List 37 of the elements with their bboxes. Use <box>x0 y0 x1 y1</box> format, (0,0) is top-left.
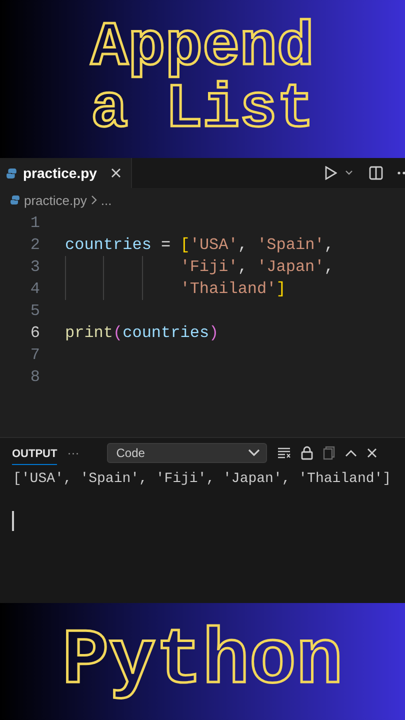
file-tab[interactable]: practice.py <box>0 158 132 188</box>
line-number: 1 <box>29 214 40 232</box>
line-number: 4 <box>29 280 40 298</box>
title-text: a List <box>90 79 314 141</box>
code-line: 'Fiji', 'Japan', <box>65 258 334 276</box>
more-icon[interactable] <box>397 171 405 175</box>
clear-output-icon[interactable] <box>277 447 292 459</box>
panel-tab[interactable]: OUTPUT <box>12 442 58 464</box>
breadcrumb-item[interactable]: practice.py <box>24 192 87 208</box>
output-line: ['USA', 'Spain', 'Fiji', 'Japan', 'Thailand'] <box>12 470 392 487</box>
title-text: Append <box>90 17 314 79</box>
chevron-up-icon[interactable] <box>345 449 358 457</box>
line-number: 2 <box>29 236 40 254</box>
line-number: 6 <box>29 324 40 342</box>
chevron-down-icon <box>248 449 260 457</box>
chevron-down-icon[interactable] <box>345 170 353 176</box>
code-line: print(countries) <box>65 324 219 342</box>
more-button[interactable]: ··· <box>67 446 80 460</box>
code-line: countries = ['USA', 'Spain', <box>65 236 334 254</box>
channel-dropdown[interactable]: Code <box>107 443 268 463</box>
run-icon[interactable] <box>325 166 337 180</box>
line-number: 5 <box>29 302 40 320</box>
chevron-right-icon <box>90 195 97 205</box>
python-file-icon <box>10 195 20 205</box>
copy-icon[interactable] <box>323 446 336 460</box>
split-editor-icon[interactable] <box>369 166 383 180</box>
line-number: 8 <box>29 368 40 386</box>
python-file-icon <box>6 168 17 178</box>
line-number: 7 <box>29 346 40 364</box>
close-icon[interactable] <box>110 168 121 178</box>
code-line: 'Thailand'] <box>65 280 286 298</box>
text-cursor <box>12 511 14 531</box>
lock-icon[interactable] <box>301 446 314 460</box>
close-icon[interactable] <box>367 448 378 458</box>
breadcrumb-item[interactable]: ... <box>100 192 112 208</box>
title-text: Python <box>62 622 343 700</box>
line-number: 3 <box>29 258 40 276</box>
